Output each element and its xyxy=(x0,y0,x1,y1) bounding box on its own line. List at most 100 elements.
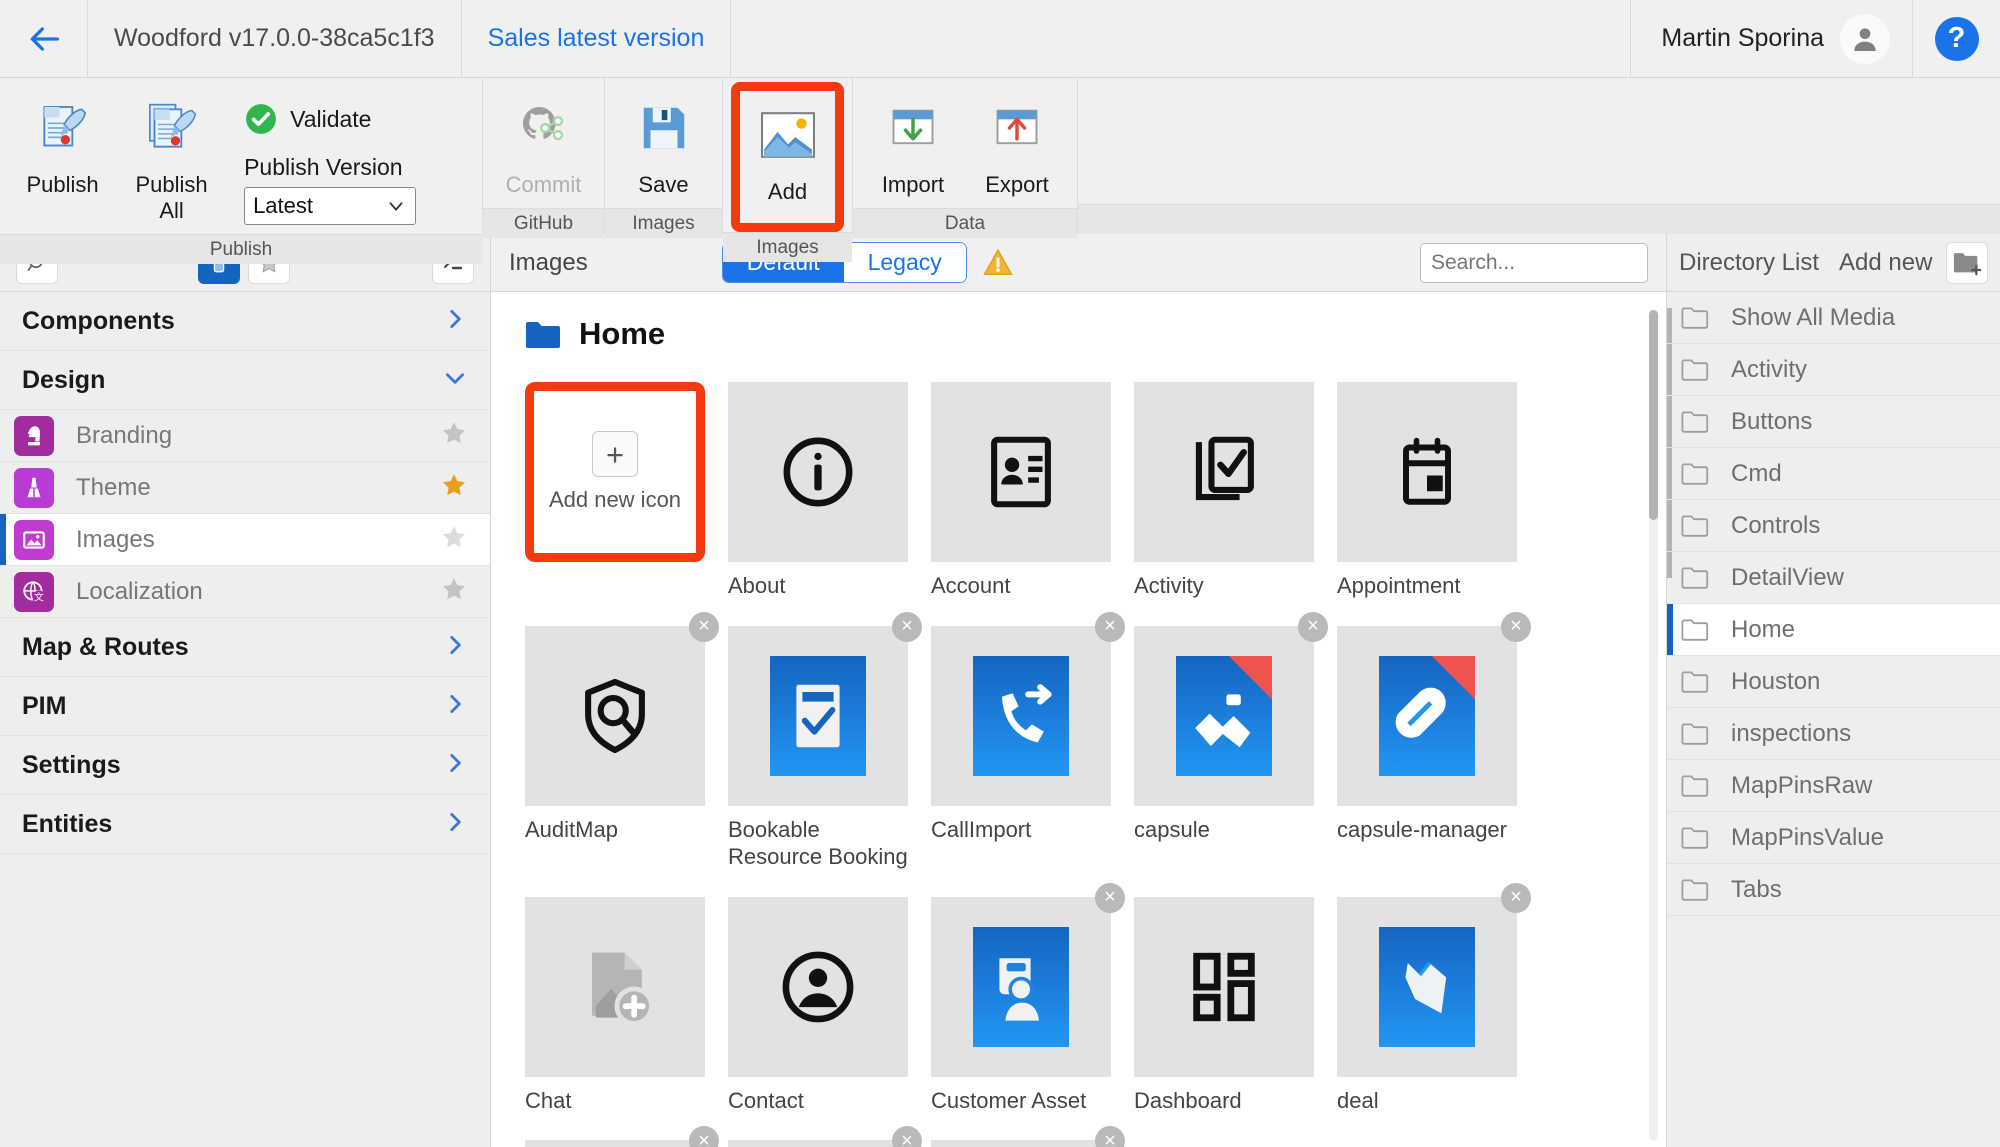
directory-item-home[interactable]: Home xyxy=(1667,604,2000,656)
sidebar-section-entities[interactable]: Entities xyxy=(0,795,490,854)
directory-item-label: Controls xyxy=(1731,511,1821,539)
favorite-star-icon[interactable] xyxy=(440,471,468,504)
ribbon-group-publish: Publish Publish All Validate Publish Ver… xyxy=(0,78,483,264)
svg-text:文: 文 xyxy=(34,590,44,603)
sidebar-section-settings[interactable]: Settings xyxy=(0,736,490,795)
delete-image-button[interactable]: × xyxy=(1298,611,1328,642)
import-button[interactable]: Import xyxy=(861,88,965,208)
image-cell: × Email xyxy=(931,1126,1125,1147)
publish-button[interactable]: Publish xyxy=(8,88,117,208)
gallery-scrollbar-thumb[interactable] xyxy=(1649,310,1658,520)
directory-list-title: Directory List xyxy=(1679,248,1820,276)
gallery-scrollbar[interactable] xyxy=(1649,310,1658,1141)
image-tile[interactable]: × xyxy=(931,611,1125,806)
sidebar-item-images[interactable]: Images xyxy=(0,514,490,566)
sidebar-item-label: Branding xyxy=(76,421,173,449)
favorite-star-icon[interactable] xyxy=(440,523,468,556)
directory-item-detailview[interactable]: DetailView xyxy=(1667,552,2000,604)
title-bar: Woodford v17.0.0-38ca5c1f3 Sales latest … xyxy=(0,0,2000,78)
favorite-star-icon[interactable] xyxy=(440,575,468,608)
image-tile[interactable] xyxy=(728,896,908,1077)
image-cell: × capsule xyxy=(1134,611,1328,871)
avatar xyxy=(1840,13,1890,64)
image-tile[interactable]: × xyxy=(1134,611,1328,806)
directory-item-activity[interactable]: Activity xyxy=(1667,344,2000,396)
directory-add-new-button[interactable] xyxy=(1946,241,1988,284)
delete-image-button[interactable]: × xyxy=(1095,882,1125,913)
delete-image-button[interactable]: × xyxy=(892,611,922,642)
image-tile[interactable]: × xyxy=(525,611,719,806)
image-tile[interactable]: × xyxy=(525,1126,719,1147)
project-name-link[interactable]: Sales latest version xyxy=(462,0,732,77)
green-check-icon xyxy=(246,104,276,134)
image-tile[interactable]: × xyxy=(1337,882,1531,1077)
image-tile[interactable]: × xyxy=(931,1126,1125,1147)
delete-image-button[interactable]: × xyxy=(1501,882,1531,913)
image-cell: Account xyxy=(931,382,1111,600)
directory-item-mappinsvalue[interactable]: MapPinsValue xyxy=(1667,812,2000,864)
image-tile[interactable]: × xyxy=(931,882,1125,1077)
gallery-search-box[interactable] xyxy=(1420,242,1648,283)
sidebar-section-pim[interactable]: PIM xyxy=(0,677,490,736)
directory-item-cmd[interactable]: Cmd xyxy=(1667,448,2000,500)
image-tile[interactable] xyxy=(728,382,908,562)
back-button[interactable] xyxy=(0,0,88,77)
delete-image-button[interactable]: × xyxy=(689,1126,719,1147)
image-tile[interactable] xyxy=(525,896,705,1077)
export-button[interactable]: Export xyxy=(965,88,1069,208)
image-cell: About xyxy=(728,382,908,600)
calendar-icon xyxy=(1403,437,1451,505)
sidebar-item-theme[interactable]: Theme xyxy=(0,462,490,514)
sidebar-item-branding[interactable]: Branding xyxy=(0,410,490,462)
validate-label: Validate xyxy=(290,105,372,132)
image-tile[interactable]: × xyxy=(1337,611,1531,806)
image-tile[interactable]: × xyxy=(728,611,922,806)
delete-image-button[interactable]: × xyxy=(1095,611,1125,642)
directory-item-tabs[interactable]: Tabs xyxy=(1667,864,2000,916)
search-input[interactable] xyxy=(1431,250,1637,275)
user-menu[interactable]: Martin Sporina xyxy=(1630,0,1912,77)
save-button[interactable]: Save xyxy=(613,88,714,208)
deal-handshake-icon xyxy=(1379,926,1475,1047)
woodford-app-window: Woodford v17.0.0-38ca5c1f3 Sales latest … xyxy=(0,0,2000,1147)
delete-image-button[interactable]: × xyxy=(1095,1126,1125,1147)
branding-chess-icon xyxy=(14,415,54,456)
validate-button[interactable]: Validate xyxy=(244,102,460,136)
directory-item-show-all-media[interactable]: Show All Media xyxy=(1667,292,2000,344)
directory-item-inspections[interactable]: inspections xyxy=(1667,708,2000,760)
directory-item-houston[interactable]: Houston xyxy=(1667,656,2000,708)
folder-icon xyxy=(1681,775,1709,797)
commit-button[interactable]: Commit xyxy=(491,88,596,208)
directory-item-controls[interactable]: Controls xyxy=(1667,500,2000,552)
publish-version-select[interactable]: Latest xyxy=(244,187,417,225)
sidebar-section-components[interactable]: Components xyxy=(0,292,490,351)
delete-image-button[interactable]: × xyxy=(1501,611,1531,642)
sidebar-item-localization[interactable]: 文 Localization xyxy=(0,566,490,618)
directory-item-label: MapPinsRaw xyxy=(1731,771,1873,799)
add-new-icon-tile[interactable]: + Add new icon xyxy=(525,382,705,562)
sidebar-section-map-routes[interactable]: Map & Routes xyxy=(0,618,490,677)
delete-image-button[interactable]: × xyxy=(689,611,719,642)
directory-add-new-label[interactable]: Add new xyxy=(1839,249,1932,277)
tab-legacy[interactable]: Legacy xyxy=(843,243,966,282)
sidebar-section-design[interactable]: Design xyxy=(0,351,490,410)
warning-triangle-icon[interactable] xyxy=(981,246,1015,280)
import-button-label: Import xyxy=(881,172,945,197)
publish-all-button[interactable]: Publish All xyxy=(117,88,226,234)
directory-item-mappinsraw[interactable]: MapPinsRaw xyxy=(1667,760,2000,812)
image-caption: deal xyxy=(1337,1087,1379,1113)
image-tile[interactable] xyxy=(1134,382,1314,562)
current-folder-name: Home xyxy=(579,316,666,351)
directory-item-buttons[interactable]: Buttons xyxy=(1667,396,2000,448)
help-button[interactable]: ? xyxy=(1912,0,2000,77)
image-tile[interactable]: × xyxy=(728,1126,922,1147)
titlebar-spacer xyxy=(731,0,1630,77)
sidebar-section-label: Settings xyxy=(22,750,121,779)
image-tile[interactable] xyxy=(1134,896,1314,1077)
image-tile[interactable] xyxy=(931,382,1111,562)
delete-image-button[interactable]: × xyxy=(892,1126,922,1147)
favorite-star-icon[interactable] xyxy=(440,419,468,452)
image-caption: capsule-manager xyxy=(1337,816,1507,842)
add-image-button[interactable]: Add xyxy=(731,82,844,232)
image-tile[interactable] xyxy=(1337,382,1517,562)
